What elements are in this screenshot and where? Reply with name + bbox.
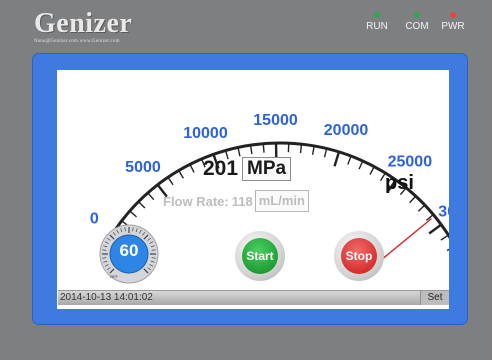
com-led-icon xyxy=(414,12,420,18)
flow-rate-value: 118 xyxy=(231,193,253,209)
start-button-label: Start xyxy=(242,238,278,274)
gauge-needle xyxy=(378,218,432,263)
pwr-led-icon xyxy=(450,12,456,18)
start-button[interactable]: Start xyxy=(235,231,285,281)
gauge-major-tick xyxy=(428,223,442,235)
led-pwr-label: PWR xyxy=(441,21,465,32)
stop-button[interactable]: Stop xyxy=(334,231,384,281)
timestamp: 2014-10-13 14:01:02 xyxy=(60,292,153,303)
gauge-minor-tick xyxy=(249,145,253,155)
pressure-value: 201 xyxy=(203,157,239,180)
gauge-tick-label: 30000 xyxy=(438,203,449,220)
flow-rate-label: Flow Rate: xyxy=(163,193,229,209)
brand-logo: Genizer Nano@Genizer.com www.Genizer.com xyxy=(34,8,133,45)
set-button[interactable]: Set xyxy=(420,291,449,305)
run-led-icon xyxy=(374,12,380,18)
knob-off-label: OFF xyxy=(110,274,118,279)
gauge-minor-tick xyxy=(147,192,155,201)
knob-value: 60 xyxy=(119,241,139,260)
gauge-tick-label: 10000 xyxy=(183,125,228,142)
gauge-tick-label: 5000 xyxy=(125,159,161,176)
gauge-unit-label: psi xyxy=(385,172,414,194)
setpoint-knob[interactable]: 60 OFF xyxy=(99,224,159,284)
stop-button-ring: Stop xyxy=(334,231,384,281)
gauge-tick-label: 25000 xyxy=(388,153,433,170)
flow-rate-readout: Flow Rate: 118 mL/min xyxy=(163,190,309,212)
status-leds: RUN COM PWR xyxy=(362,12,472,42)
led-pwr: PWR xyxy=(438,12,468,32)
gauge-major-tick xyxy=(333,151,341,167)
gauge-minor-tick xyxy=(440,234,449,241)
brand-contact: Nano@Genizer.com www.Genizer.com xyxy=(34,39,120,44)
gauge-tick-label: 20000 xyxy=(324,122,369,139)
pressure-readout: 201 MPa xyxy=(203,157,292,181)
gauge-minor-tick xyxy=(358,160,364,170)
brand-name: Genizer xyxy=(34,8,133,39)
start-button-ring: Start xyxy=(235,231,285,281)
led-com-label: COM xyxy=(405,21,429,32)
status-bar: 2014-10-13 14:01:02 Set xyxy=(58,290,449,305)
stop-button-label: Stop xyxy=(341,238,377,274)
led-run: RUN xyxy=(362,12,392,32)
pressure-unit-select[interactable]: MPa xyxy=(242,157,292,181)
led-com: COM xyxy=(402,12,432,32)
gauge-tick-label: 15000 xyxy=(253,112,298,129)
gauge-minor-tick xyxy=(446,248,449,252)
flow-unit-select[interactable]: mL/min xyxy=(254,190,309,212)
led-run-label: RUN xyxy=(366,21,388,32)
gauge-tick-label: 0 xyxy=(90,211,99,228)
